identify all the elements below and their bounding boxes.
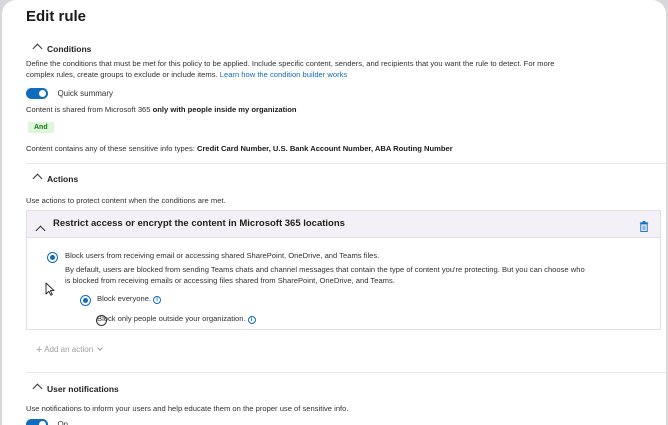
user-notifications-description: Use notifications to inform your users a…: [26, 404, 349, 413]
block-note-line1: By default, users are blocked from sendi…: [65, 265, 585, 274]
sensitive-info-types: Credit Card Number, U.S. Bank Account Nu…: [196, 144, 453, 153]
and-badge: And: [28, 122, 54, 133]
block-outside-label: Block only people outside your organizat…: [97, 314, 246, 323]
notifications-toggle-label: On: [57, 420, 69, 425]
conditions-section-toggle[interactable]: Conditions: [32, 43, 92, 54]
shared-condition-value: only with people inside my organization: [152, 105, 297, 114]
info-icon[interactable]: i: [247, 316, 256, 324]
panel-collapse-toggle[interactable]: [35, 221, 50, 239]
conditions-description: Define the conditions that must be met f…: [26, 59, 555, 68]
conditions-description-text: complex rules, create groups to exclude …: [26, 70, 218, 79]
quick-summary-toggle[interactable]: [26, 88, 48, 100]
shared-condition-text: Content is shared from Microsoft 365 onl…: [26, 104, 297, 115]
edit-rule-panel: Edit rule Conditions Define the conditio…: [2, 0, 666, 425]
contains-condition-prefix: Content contains any of these sensitive …: [26, 144, 195, 153]
restrict-access-panel-header[interactable]: Restrict access or encrypt the content i…: [26, 210, 661, 238]
add-action-button[interactable]: + Add an action: [36, 344, 104, 356]
info-icon[interactable]: i: [153, 296, 162, 304]
conditions-heading: Conditions: [47, 44, 92, 54]
contains-condition-text: Content contains any of these sensitive …: [26, 143, 453, 154]
page-title: Edit rule: [26, 8, 87, 25]
notifications-toggle-row: On: [26, 416, 68, 425]
user-notifications-heading: User notifications: [47, 384, 119, 394]
learn-condition-builder-link[interactable]: Learn how the condition builder works: [220, 70, 347, 79]
shared-condition-prefix: Content is shared from Microsoft 365: [26, 105, 151, 114]
mouse-cursor-icon: [45, 282, 55, 296]
chevron-up-icon: [32, 43, 43, 54]
delete-action-button[interactable]: [639, 219, 649, 237]
notifications-toggle[interactable]: [26, 419, 48, 425]
block-users-option-label: Block users from receiving email or acce…: [65, 251, 380, 260]
chevron-down-icon: [97, 345, 104, 351]
add-action-label: Add an action: [44, 345, 94, 354]
restrict-access-title: Restrict access or encrypt the content i…: [53, 218, 345, 229]
plus-icon: +: [36, 344, 43, 356]
quick-summary-label: Quick summary: [57, 89, 114, 99]
chevron-up-icon: [32, 173, 43, 184]
section-divider: [26, 372, 666, 373]
restrict-access-panel-body: Block users from receiving email or acce…: [26, 238, 661, 330]
quick-summary-toggle-row: Quick summary: [26, 85, 113, 103]
actions-description: Use actions to protect content when the …: [26, 196, 226, 205]
block-outside-option: Block only people outside your organizat…: [97, 313, 256, 324]
conditions-description-line2: complex rules, create groups to exclude …: [26, 69, 347, 80]
block-everyone-radio[interactable]: [80, 295, 92, 306]
block-everyone-option: Block everyone. i: [97, 293, 162, 304]
block-everyone-label: Block everyone.: [97, 294, 152, 303]
chevron-up-icon: [32, 383, 43, 394]
trash-icon: [639, 221, 649, 232]
block-note-line2: is blocked from receiving emails or acce…: [65, 276, 395, 285]
user-notifications-section-toggle[interactable]: User notifications: [32, 383, 119, 394]
actions-section-toggle[interactable]: Actions: [32, 173, 79, 184]
actions-heading: Actions: [47, 174, 79, 184]
section-divider: [26, 163, 666, 164]
block-users-radio[interactable]: [47, 252, 58, 263]
chevron-up-icon: [35, 225, 46, 236]
